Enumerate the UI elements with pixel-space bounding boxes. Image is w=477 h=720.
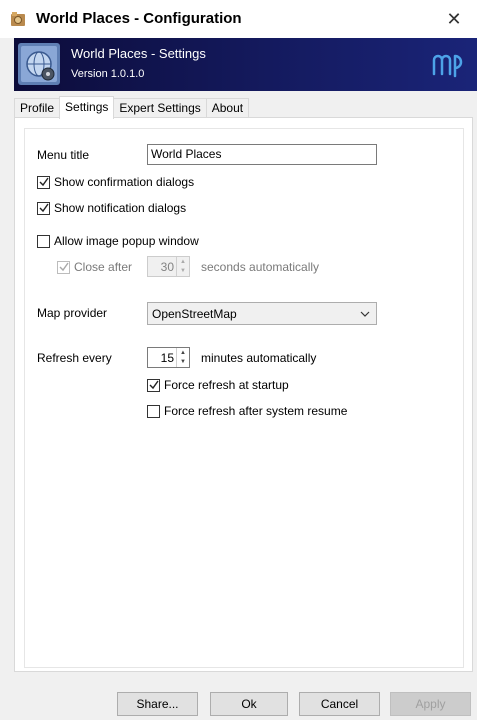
allow-image-popup-label: Allow image popup window — [54, 234, 199, 248]
show-notification-label: Show notification dialogs — [54, 201, 187, 215]
checkbox-box — [57, 260, 70, 274]
banner-title: World Places - Settings — [71, 46, 206, 61]
tab-settings[interactable]: Settings — [59, 96, 115, 119]
force-refresh-startup-label: Force refresh at startup — [164, 378, 289, 392]
show-confirmation-checkbox[interactable]: Show confirmation dialogs — [37, 175, 194, 189]
menu-title-input[interactable]: World Places — [147, 144, 377, 165]
title-bar: World Places - Configuration ✕ — [0, 0, 477, 38]
map-provider-value: OpenStreetMap — [152, 306, 237, 321]
checkbox-box — [147, 378, 160, 392]
configuration-window: World Places - Configuration ✕ World Pla… — [0, 0, 477, 720]
settings-globe-icon — [18, 43, 60, 85]
stepper-up-icon[interactable]: ▲ — [177, 257, 189, 267]
force-refresh-startup-checkbox[interactable]: Force refresh at startup — [147, 378, 289, 392]
close-after-suffix: seconds automatically — [201, 260, 320, 274]
close-icon[interactable]: ✕ — [431, 0, 477, 38]
check-icon — [59, 262, 69, 272]
stepper-down-icon[interactable]: ▼ — [177, 358, 189, 368]
banner-version: Version 1.0.1.0 — [71, 68, 145, 80]
force-refresh-resume-label: Force refresh after system resume — [164, 404, 348, 418]
stepper-down-icon[interactable]: ▼ — [177, 267, 189, 277]
stepper-arrows[interactable]: ▲ ▼ — [176, 257, 189, 276]
refresh-every-label: Refresh every — [37, 351, 112, 365]
refresh-suffix: minutes automatically — [201, 351, 317, 365]
tab-profile[interactable]: Profile — [14, 98, 61, 118]
map-provider-label: Map provider — [37, 306, 108, 320]
chevron-down-icon — [354, 311, 376, 317]
share-button[interactable]: Share... — [117, 692, 198, 716]
show-notification-checkbox[interactable]: Show notification dialogs — [37, 201, 186, 215]
tab-strip: Profile Settings Expert Settings About — [14, 96, 250, 119]
app-icon — [11, 12, 25, 26]
checkbox-box — [37, 201, 50, 215]
close-after-stepper[interactable]: 30 ▲ ▼ — [147, 256, 190, 277]
allow-image-popup-checkbox[interactable]: Allow image popup window — [37, 234, 199, 248]
checkbox-box — [147, 404, 160, 418]
window-title: World Places - Configuration — [36, 10, 242, 27]
close-after-checkbox[interactable]: Close after — [57, 260, 132, 274]
world-places-logo-icon — [432, 54, 463, 78]
apply-button[interactable]: Apply — [390, 692, 471, 716]
map-provider-select[interactable]: OpenStreetMap — [147, 302, 377, 325]
refresh-interval-value: 15 — [160, 350, 174, 365]
tab-about[interactable]: About — [205, 98, 250, 118]
ok-button[interactable]: Ok — [210, 692, 288, 716]
check-icon — [39, 177, 49, 187]
check-icon — [39, 203, 49, 213]
cancel-button[interactable]: Cancel — [299, 692, 380, 716]
header-banner: World Places - Settings Version 1.0.1.0 — [14, 38, 477, 91]
show-confirmation-label: Show confirmation dialogs — [54, 175, 195, 189]
stepper-arrows[interactable]: ▲ ▼ — [176, 348, 189, 367]
close-after-value: 30 — [160, 259, 174, 274]
close-after-label: Close after — [74, 260, 133, 274]
check-icon — [149, 380, 159, 390]
checkbox-box — [37, 175, 50, 189]
tab-expert-settings[interactable]: Expert Settings — [113, 98, 207, 118]
stepper-up-icon[interactable]: ▲ — [177, 348, 189, 358]
menu-title-label: Menu title — [37, 148, 90, 162]
force-refresh-resume-checkbox[interactable]: Force refresh after system resume — [147, 404, 347, 418]
checkbox-box — [37, 234, 50, 248]
refresh-interval-stepper[interactable]: 15 ▲ ▼ — [147, 347, 190, 368]
